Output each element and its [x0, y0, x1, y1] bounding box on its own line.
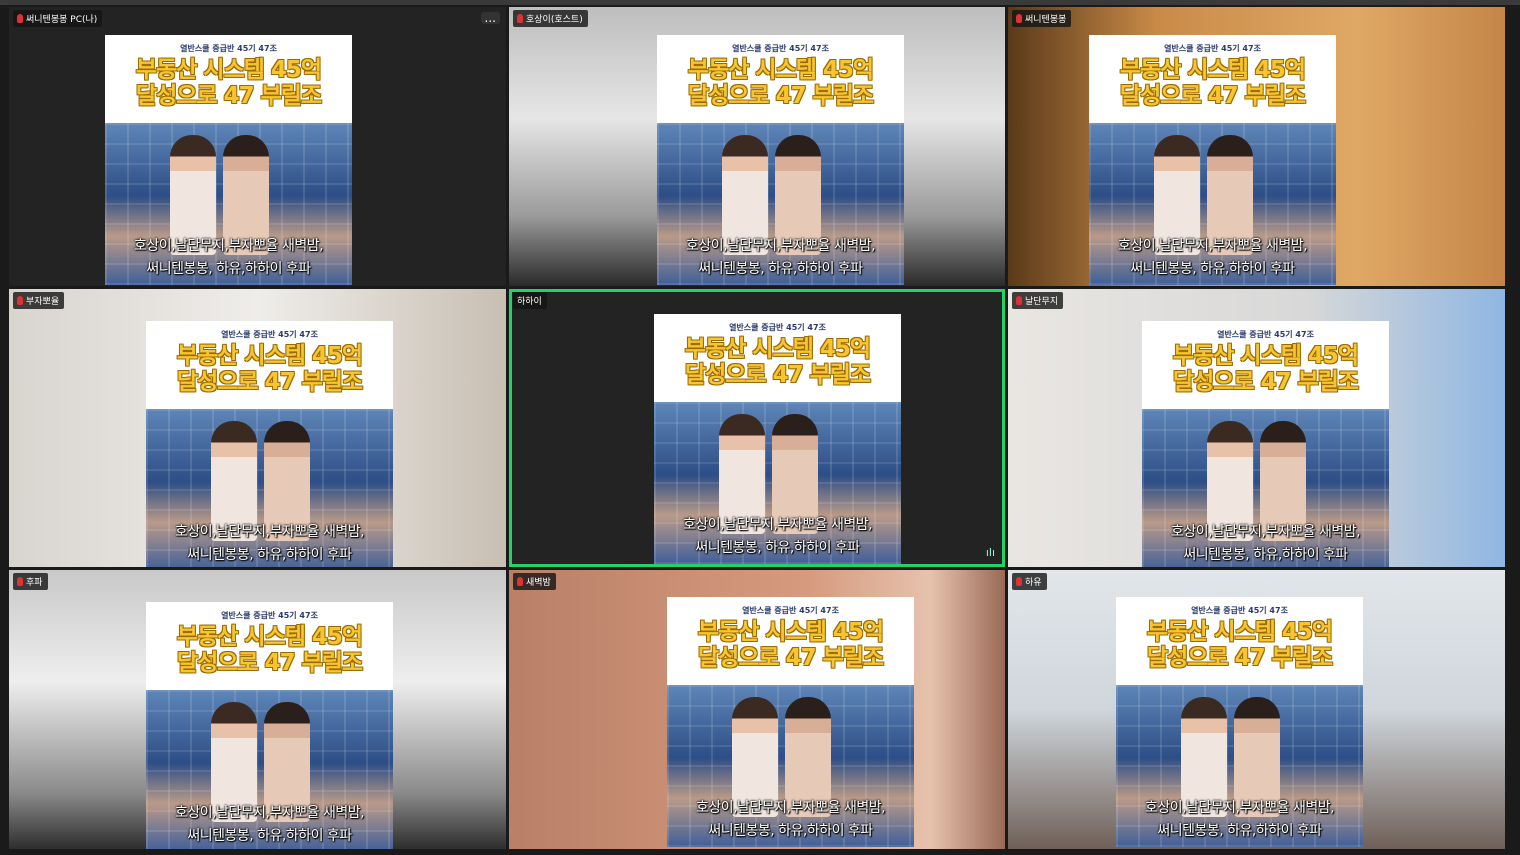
poster-headline-2: 달성으로 47 부릴조	[176, 650, 363, 676]
participant-name: 써니텐봉봉	[1025, 15, 1067, 25]
poster-headline-2: 달성으로 47 부릴조	[687, 83, 874, 109]
poster-subtitle: 열반스쿨 중급반 45기 47조	[221, 330, 318, 339]
virtual-background-poster: 열반스쿨 중급반 45기 47조 부동산 시스템 45억 달성으로 47 부릴조…	[1116, 597, 1363, 847]
participant-name-label: 부자뽀율	[13, 292, 65, 309]
participant-name: 하유	[1025, 578, 1042, 588]
participant-tile[interactable]: 호상이(호스트) 열반스쿨 중급반 45기 47조 부동산 시스템 45억 달성…	[509, 7, 1005, 286]
participant-tile[interactable]: 새벽밤 열반스쿨 중급반 45기 47조 부동산 시스템 45억 달성으로 47…	[509, 570, 1005, 849]
poster-subtitle: 열반스쿨 중급반 45기 47조	[221, 611, 318, 620]
poster-subtitle: 열반스쿨 중급반 45기 47조	[1164, 44, 1261, 53]
participant-tile[interactable]: 후파 열반스쿨 중급반 45기 47조 부동산 시스템 45억 달성으로 47 …	[9, 570, 506, 849]
poster-caption-1: 호상이,날단무지,부자뽀율 새벽밤,	[685, 238, 876, 254]
poster-subtitle: 열반스쿨 중급반 45기 47조	[1191, 606, 1288, 615]
mic-muted-icon	[17, 296, 23, 305]
participant-name-label: 하하이	[513, 292, 547, 309]
participant-name: 호상이(호스트)	[526, 15, 583, 25]
participant-tile[interactable]: 써니텐봉봉 PC(나) ... 열반스쿨 중급반 45기 47조 부동산 시스템…	[9, 7, 506, 286]
poster-headline-1: 부동산 시스템 45억	[135, 57, 322, 83]
poster-headline-1: 부동산 시스템 45억	[1119, 57, 1306, 83]
participant-name-label: 새벽밤	[513, 573, 556, 590]
poster-headline-2: 달성으로 47 부릴조	[176, 369, 363, 395]
participant-tile[interactable]: 써니텐봉봉 열반스쿨 중급반 45기 47조 부동산 시스템 45억 달성으로 …	[1008, 7, 1505, 286]
poster-headline-1: 부동산 시스템 45억	[1172, 343, 1359, 369]
participant-name-label: 하유	[1012, 573, 1047, 590]
participant-tile[interactable]: 하유 열반스쿨 중급반 45기 47조 부동산 시스템 45억 달성으로 47 …	[1008, 570, 1505, 849]
poster-headline-1: 부동산 시스템 45억	[687, 57, 874, 83]
participant-name-label: 써니텐봉봉	[1012, 10, 1072, 27]
poster-caption-1: 호상이,날단무지,부자뽀율 새벽밤,	[1144, 800, 1335, 816]
poster-caption-1: 호상이,날단무지,부자뽀율 새벽밤,	[1170, 524, 1361, 540]
poster-headline-1: 부동산 시스템 45억	[176, 624, 363, 650]
poster-caption-2: 써니텐봉봉, 하유,하하이 후파	[187, 547, 352, 563]
poster-caption-1: 호상이,날단무지,부자뽀율 새벽밤,	[174, 805, 365, 821]
virtual-background-poster: 열반스쿨 중급반 45기 47조 부동산 시스템 45억 달성으로 47 부릴조…	[667, 597, 914, 847]
poster-headline-1: 부동산 시스템 45억	[684, 336, 871, 362]
mic-muted-icon	[1016, 577, 1022, 586]
virtual-background-poster: 열반스쿨 중급반 45기 47조 부동산 시스템 45억 달성으로 47 부릴조…	[146, 602, 393, 849]
participant-name: 날단무지	[1025, 297, 1059, 307]
participant-name-label: 날단무지	[1012, 292, 1064, 309]
poster-subtitle: 열반스쿨 중급반 45기 47조	[742, 606, 839, 615]
mic-muted-icon	[517, 577, 523, 586]
poster-subtitle: 열반스쿨 중급반 45기 47조	[1217, 330, 1314, 339]
virtual-background-poster: 열반스쿨 중급반 45기 47조 부동산 시스템 45억 달성으로 47 부릴조…	[105, 35, 352, 285]
virtual-background-poster: 열반스쿨 중급반 45기 47조 부동산 시스템 45억 달성으로 47 부릴조…	[1142, 321, 1389, 567]
virtual-background-poster: 열반스쿨 중급반 45기 47조 부동산 시스템 45억 달성으로 47 부릴조…	[146, 321, 393, 567]
mic-muted-icon	[17, 14, 23, 23]
poster-caption-1: 호상이,날단무지,부자뽀율 새벽밤,	[174, 524, 365, 540]
poster-subtitle: 열반스쿨 중급반 45기 47조	[732, 44, 829, 53]
participant-tile[interactable]: 하하이 ılı 열반스쿨 중급반 45기 47조 부동산 시스템 45억 달성으…	[509, 289, 1005, 567]
participant-name: 새벽밤	[526, 578, 551, 588]
participant-tile[interactable]: 부자뽀율 열반스쿨 중급반 45기 47조 부동산 시스템 45억 달성으로 4…	[9, 289, 506, 567]
participant-name: 하하이	[517, 297, 542, 307]
more-options-button[interactable]: ...	[480, 12, 500, 24]
poster-headline-1: 부동산 시스템 45억	[697, 619, 884, 645]
poster-caption-2: 써니텐봉봉, 하유,하하이 후파	[695, 540, 860, 556]
mic-muted-icon	[517, 14, 523, 23]
poster-caption-2: 써니텐봉봉, 하유,하하이 후파	[708, 823, 873, 839]
poster-headline-2: 달성으로 47 부릴조	[1119, 83, 1306, 109]
participant-name-label: 호상이(호스트)	[513, 10, 588, 27]
poster-caption-2: 써니텐봉봉, 하유,하하이 후파	[698, 261, 863, 277]
poster-caption-1: 호상이,날단무지,부자뽀율 새벽밤,	[695, 800, 886, 816]
poster-headline-2: 달성으로 47 부릴조	[135, 83, 322, 109]
audio-level-icon: ılı	[985, 546, 995, 559]
poster-caption-2: 써니텐봉봉, 하유,하하이 후파	[146, 261, 311, 277]
poster-headline-2: 달성으로 47 부릴조	[1146, 645, 1333, 671]
poster-caption-1: 호상이,날단무지,부자뽀율 새벽밤,	[133, 238, 324, 254]
virtual-background-poster: 열반스쿨 중급반 45기 47조 부동산 시스템 45억 달성으로 47 부릴조…	[1089, 35, 1336, 285]
participant-name: 부자뽀율	[26, 297, 60, 307]
virtual-background-poster: 열반스쿨 중급반 45기 47조 부동산 시스템 45억 달성으로 47 부릴조…	[654, 314, 901, 564]
poster-caption-2: 써니텐봉봉, 하유,하하이 후파	[1183, 547, 1348, 563]
poster-caption-2: 써니텐봉봉, 하유,하하이 후파	[187, 828, 352, 844]
participant-name: 후파	[26, 578, 43, 588]
participant-name-label: 써니텐봉봉 PC(나)	[13, 10, 103, 27]
poster-caption-2: 써니텐봉봉, 하유,하하이 후파	[1157, 823, 1322, 839]
virtual-background-poster: 열반스쿨 중급반 45기 47조 부동산 시스템 45억 달성으로 47 부릴조…	[657, 35, 904, 285]
poster-caption-1: 호상이,날단무지,부자뽀율 새벽밤,	[1117, 238, 1308, 254]
poster-caption-1: 호상이,날단무지,부자뽀율 새벽밤,	[682, 517, 873, 533]
participant-name: 써니텐봉봉 PC(나)	[26, 15, 98, 25]
poster-subtitle: 열반스쿨 중급반 45기 47조	[180, 44, 277, 53]
poster-headline-2: 달성으로 47 부릴조	[684, 362, 871, 388]
poster-headline-2: 달성으로 47 부릴조	[697, 645, 884, 671]
mic-muted-icon	[1016, 296, 1022, 305]
participant-tile[interactable]: 날단무지 열반스쿨 중급반 45기 47조 부동산 시스템 45억 달성으로 4…	[1008, 289, 1505, 567]
poster-headline-1: 부동산 시스템 45억	[176, 343, 363, 369]
poster-headline-2: 달성으로 47 부릴조	[1172, 369, 1359, 395]
poster-headline-1: 부동산 시스템 45억	[1146, 619, 1333, 645]
window-top-bar	[0, 0, 1520, 5]
mic-muted-icon	[17, 577, 23, 586]
mic-muted-icon	[1016, 14, 1022, 23]
poster-caption-2: 써니텐봉봉, 하유,하하이 후파	[1130, 261, 1295, 277]
participant-name-label: 후파	[13, 573, 48, 590]
poster-subtitle: 열반스쿨 중급반 45기 47조	[729, 323, 826, 332]
